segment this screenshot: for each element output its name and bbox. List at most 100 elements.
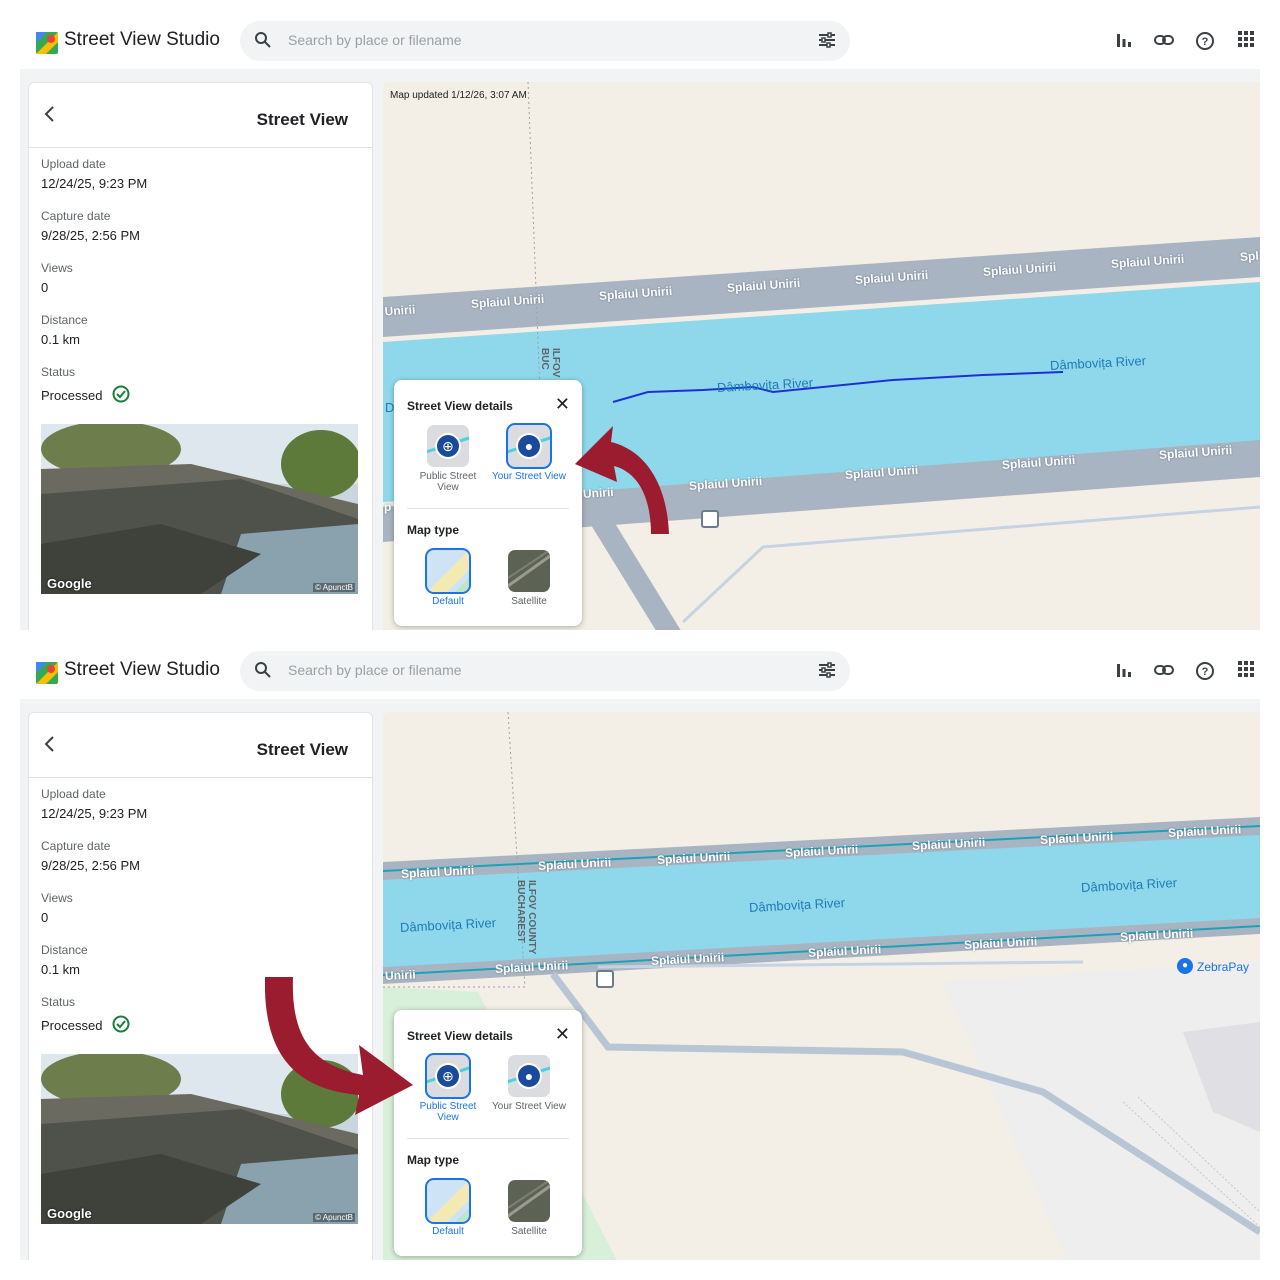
satellite-map-option[interactable]: Satellite (491, 550, 567, 607)
default-map-label: Default (432, 596, 464, 607)
highlight-arrow (575, 426, 669, 534)
capture-date-label: Capture date (41, 839, 111, 853)
your-street-view-thumb[interactable]: ● (508, 425, 550, 467)
bar-chart-icon[interactable] (1115, 661, 1133, 679)
your-street-view-label: Your Street View (492, 471, 566, 482)
app-brand[interactable]: Street View Studio (64, 659, 220, 681)
back-arrow-icon[interactable] (43, 105, 57, 123)
person-icon: ● (518, 1065, 540, 1087)
tune-icon[interactable] (818, 31, 836, 49)
divider (29, 147, 372, 148)
road-label: Spl (1239, 248, 1260, 264)
search-bar[interactable]: Search by place or filename (240, 21, 850, 61)
check-circle-icon (112, 1015, 130, 1033)
divider (29, 777, 372, 778)
close-icon[interactable]: ✕ (555, 1025, 570, 1043)
search-bar[interactable]: Search by place or filename (240, 651, 850, 691)
link-icon[interactable] (1154, 31, 1174, 49)
county-border-label: ILFOV BUC (539, 348, 561, 378)
panel-title: Street View (256, 110, 348, 129)
default-map-label: Default (432, 1226, 464, 1237)
satellite-map-thumb[interactable] (508, 1180, 550, 1222)
photo-credit: © ApunctB (313, 1213, 355, 1222)
bar-chart-icon[interactable] (1115, 31, 1133, 49)
help-icon[interactable]: ? (1195, 31, 1215, 51)
upload-date-label: Upload date (41, 787, 106, 801)
satellite-map-label: Satellite (511, 596, 547, 607)
panel-title: Street View (256, 740, 348, 759)
search-icon (255, 662, 271, 678)
top-app-bar: Street View Studio Search by place or fi… (20, 15, 1260, 69)
map-canvas[interactable]: Map updated 1/12/26, 3:07 AM l Unirii Sp… (383, 82, 1260, 630)
river-label: D (385, 400, 395, 415)
distance-label: Distance (41, 313, 88, 327)
help-icon[interactable]: ? (1195, 661, 1215, 681)
tune-icon[interactable] (818, 661, 836, 679)
default-map-option[interactable]: Default (410, 1180, 486, 1237)
app-brand[interactable]: Street View Studio (64, 29, 220, 51)
your-street-view-option[interactable]: ● Your Street View (491, 1055, 567, 1112)
capture-date-value: 9/28/25, 2:56 PM (41, 228, 141, 243)
apps-grid-icon[interactable] (1238, 31, 1254, 47)
search-icon (255, 32, 271, 48)
satellite-map-label: Satellite (511, 1226, 547, 1237)
street-view-photo[interactable]: Google © ApunctB (41, 424, 358, 594)
public-street-view-option[interactable]: ⊕ Public Street View (410, 425, 486, 493)
default-map-thumb[interactable] (427, 1180, 469, 1222)
svg-text:?: ? (1202, 666, 1209, 678)
photo-credit: © ApunctB (313, 583, 355, 592)
your-street-view-thumb[interactable]: ● (508, 1055, 550, 1097)
your-street-view-option[interactable]: ● Your Street View (491, 425, 567, 482)
screenshot-after: Street View Studio Search by place or fi… (20, 645, 1260, 1260)
distance-value: 0.1 km (41, 332, 81, 347)
close-icon[interactable]: ✕ (555, 395, 570, 413)
capture-date-value: 9/28/25, 2:56 PM (41, 858, 141, 873)
views-value: 0 (41, 910, 49, 925)
search-placeholder[interactable]: Search by place or filename (288, 662, 462, 678)
street-view-details-popup: Street View details ✕ ⊕ Public Street Vi… (394, 380, 582, 626)
screenshot-before: Street View Studio Search by place or fi… (20, 15, 1260, 630)
map-updated-text: Map updated 1/12/26, 3:07 AM (390, 90, 527, 101)
capture-date-label: Capture date (41, 209, 111, 223)
distance-value: 0.1 km (41, 962, 81, 977)
popup-divider (407, 1138, 569, 1139)
link-icon[interactable] (1154, 661, 1174, 679)
top-app-bar: Street View Studio Search by place or fi… (20, 645, 1260, 699)
default-map-thumb[interactable] (427, 550, 469, 592)
satellite-map-thumb[interactable] (508, 550, 550, 592)
upload-date-value: 12/24/25, 9:23 PM (41, 806, 148, 821)
search-placeholder[interactable]: Search by place or filename (288, 32, 462, 48)
upload-date-label: Upload date (41, 157, 106, 171)
apps-grid-icon[interactable] (1238, 661, 1254, 677)
road-label: p (384, 500, 392, 514)
road-label: l Unirii (383, 302, 416, 319)
globe-icon: ⊕ (437, 435, 459, 457)
map-type-label: Map type (407, 523, 460, 537)
status-value: Processed (41, 1018, 103, 1033)
status-label: Status (41, 365, 76, 379)
check-circle-icon (112, 385, 130, 403)
public-street-view-label: Public Street View (419, 1101, 477, 1123)
back-arrow-icon[interactable] (43, 735, 57, 753)
google-maps-logo-icon (36, 32, 58, 54)
public-street-view-thumb[interactable]: ⊕ (427, 425, 469, 467)
transit-stop-icon[interactable] (596, 970, 614, 988)
street-view-details-popup: Street View details ✕ ⊕ Public Street Vi… (394, 1010, 582, 1256)
zebrapay-pin-icon[interactable]: ● (1177, 958, 1193, 974)
public-street-view-thumb[interactable]: ⊕ (427, 1055, 469, 1097)
default-map-option[interactable]: Default (410, 550, 486, 607)
public-street-view-label: Public Street View (419, 471, 477, 493)
popup-divider (407, 508, 569, 509)
poi-label[interactable]: ZebraPay (1197, 960, 1249, 974)
satellite-map-option[interactable]: Satellite (491, 1180, 567, 1237)
status-label: Status (41, 995, 76, 1009)
status-value: Processed (41, 388, 103, 403)
views-label: Views (41, 891, 73, 905)
views-value: 0 (41, 280, 49, 295)
map-canvas[interactable]: Splaiul Unirii Splaiul Unirii Splaiul Un… (383, 712, 1260, 1260)
public-street-view-option[interactable]: ⊕ Public Street View (410, 1055, 486, 1123)
your-street-view-label: Your Street View (492, 1101, 566, 1112)
google-maps-logo-icon (36, 662, 58, 684)
transit-stop-icon[interactable] (701, 510, 719, 528)
views-label: Views (41, 261, 73, 275)
